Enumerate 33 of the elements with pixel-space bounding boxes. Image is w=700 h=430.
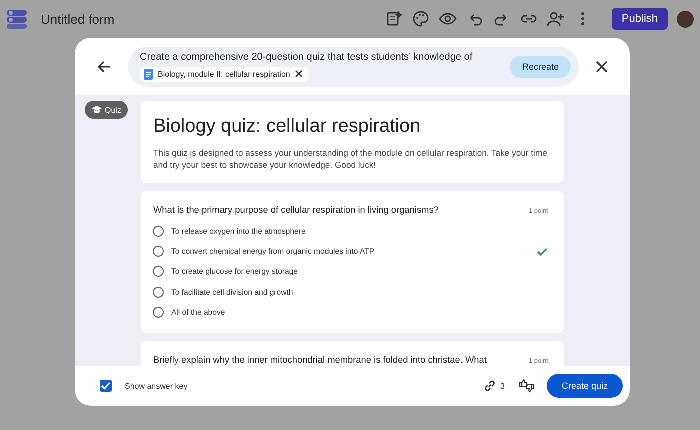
prompt-field[interactable]: Create a comprehensive 20-question quiz that tests students’ knowledge of Biology, module II: cellular respiration Recreate	[128, 46, 579, 86]
radio-button[interactable]	[153, 226, 164, 237]
question-text: What is the primary purpose of cellular respiration in living organisms?	[153, 205, 439, 216]
checkbox[interactable]	[100, 380, 112, 392]
attachment-chip[interactable]: Biology, module II: cellular respiration	[140, 66, 310, 82]
close-icon[interactable]	[596, 60, 608, 72]
question-text: Briefly explain why the inner mitochondrial membrane is folded into christae. What	[153, 354, 487, 365]
publish-button[interactable]: Publish	[612, 8, 668, 30]
avatar[interactable]	[677, 10, 694, 28]
thumbs-up-down-icon[interactable]	[518, 379, 535, 393]
link-icon[interactable]	[482, 379, 497, 393]
quiz-title: Biology quiz: cellular respiration	[153, 116, 422, 138]
attachment-name: Biology, module II: cellular respiration	[158, 70, 290, 78]
palette-icon[interactable]	[412, 10, 430, 28]
radio-button[interactable]	[153, 246, 164, 257]
radio-button[interactable]	[153, 306, 164, 318]
source-count: 3	[500, 382, 505, 390]
form-sparkle-icon[interactable]	[384, 10, 403, 28]
add-person-icon[interactable]	[546, 10, 565, 28]
create-quiz-button[interactable]: Create quiz	[546, 374, 623, 398]
quiz-description: This quiz is designed to assess your understanding of the module on cellular respiration. Take your time and try your best to showcase your knowledge. Good luck!	[153, 147, 548, 172]
back-arrow-icon[interactable]	[97, 60, 111, 74]
form-title[interactable]: Untitled form	[41, 12, 115, 26]
mortarboard-icon	[92, 106, 102, 114]
quiz-badge: Quiz	[85, 101, 128, 119]
prompt-text: Create a comprehensive 20-question quiz that tests students’ knowledge of	[140, 52, 474, 62]
checkbox-label: Show answer key	[125, 382, 188, 390]
remove-icon[interactable]	[295, 70, 304, 78]
radio-button[interactable]	[153, 286, 164, 298]
app-logo-icon	[6, 8, 28, 30]
recreate-button[interactable]: Recreate	[510, 56, 571, 78]
document-icon	[144, 68, 153, 80]
radio-button[interactable]	[153, 266, 164, 278]
